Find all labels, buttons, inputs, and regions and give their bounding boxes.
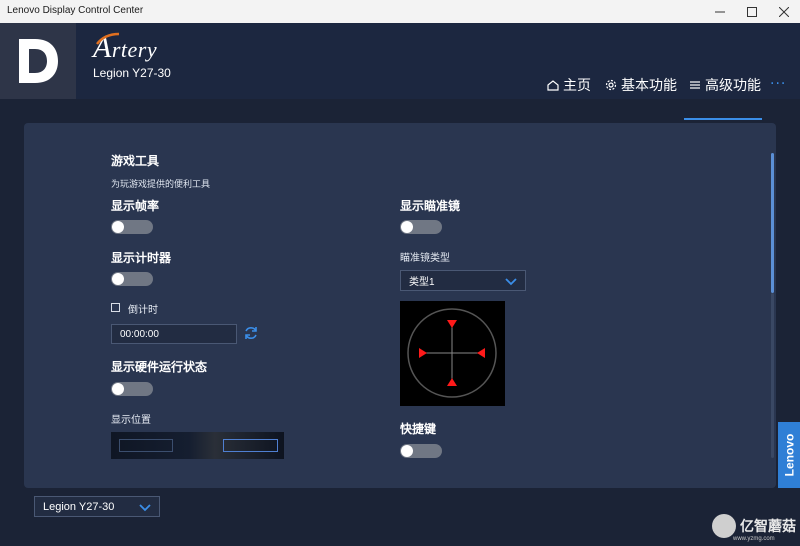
- window-titlebar: Lenovo Display Control Center: [0, 0, 800, 23]
- window-title: Lenovo Display Control Center: [7, 5, 144, 16]
- position-left-slot[interactable]: [119, 439, 173, 452]
- timer-time-input[interactable]: 00:00:00: [111, 324, 237, 344]
- nav-basic[interactable]: 基本功能: [604, 74, 677, 96]
- watermark: 亿智蘑菇: [712, 514, 796, 538]
- nav-active-indicator: [684, 118, 762, 120]
- crosshair-type-select[interactable]: 类型1: [400, 270, 526, 291]
- countdown-label: 倒计时: [128, 305, 158, 316]
- show-hardware-toggle[interactable]: [111, 382, 153, 396]
- section-title: 游戏工具: [111, 154, 160, 168]
- crosshair-type-value: 类型1: [409, 277, 435, 288]
- crosshair-type-label: 瞄准镜类型: [400, 253, 450, 264]
- gear-icon: [605, 79, 617, 91]
- show-timer-toggle[interactable]: [111, 272, 153, 286]
- show-crosshair-label: 显示瞄准镜: [400, 199, 461, 213]
- sliders-icon: [690, 81, 700, 89]
- show-crosshair-toggle[interactable]: [400, 220, 442, 234]
- show-timer-label: 显示计时器: [111, 251, 172, 265]
- chevron-down-icon: [505, 278, 517, 286]
- monitor-model-select-value: Legion Y27-30: [43, 500, 115, 513]
- lenovo-side-tab-label: Lenovo: [782, 433, 797, 477]
- display-position-selector: [111, 432, 284, 459]
- chevron-down-icon: [139, 504, 151, 512]
- lenovo-side-tab[interactable]: Lenovo: [778, 422, 800, 488]
- watermark-text: 亿智蘑菇: [740, 519, 796, 535]
- nav-home[interactable]: 主页: [546, 74, 591, 96]
- refresh-icon[interactable]: [243, 325, 259, 341]
- monitor-model-label: Legion Y27-30: [93, 66, 171, 80]
- minimize-icon: [715, 11, 725, 12]
- hotkey-label: 快捷键: [400, 422, 437, 436]
- monitor-model-select[interactable]: Legion Y27-30: [34, 496, 160, 517]
- nav-home-label: 主页: [563, 78, 591, 94]
- section-subtitle: 为玩游戏提供的便利工具: [111, 180, 211, 190]
- display-position-label: 显示位置: [111, 415, 151, 426]
- panel-scrollbar-thumb[interactable]: [771, 153, 774, 293]
- more-menu-button[interactable]: ···: [770, 76, 786, 92]
- maximize-icon: [747, 6, 757, 17]
- home-icon: [547, 80, 559, 91]
- nav-advanced[interactable]: 高级功能: [688, 74, 761, 96]
- show-fps-label: 显示帧率: [111, 199, 160, 213]
- show-hardware-label: 显示硬件运行状态: [111, 360, 208, 374]
- crosshair-icon: [407, 308, 497, 398]
- panel-scrollbar-track[interactable]: [771, 293, 774, 458]
- watermark-url: www.yzmg.com: [733, 536, 775, 542]
- brand-swoosh-icon: [96, 32, 120, 45]
- app-header: Artery Legion Y27-30 主页 基本功能 高级功能 ···: [0, 23, 800, 120]
- nav-advanced-label: 高级功能: [705, 78, 761, 94]
- countdown-checkbox[interactable]: [111, 303, 120, 312]
- crosshair-preview: [400, 301, 505, 406]
- watermark-logo-icon: [712, 514, 736, 538]
- close-icon: [779, 6, 789, 17]
- timer-time-value: 00:00:00: [120, 328, 159, 340]
- d-logo-icon: [19, 39, 58, 83]
- hotkey-toggle[interactable]: [400, 444, 442, 458]
- position-right-slot[interactable]: [223, 439, 278, 452]
- app-logo: [0, 23, 76, 99]
- show-fps-toggle[interactable]: [111, 220, 153, 234]
- close-button[interactable]: [764, 0, 800, 23]
- nav-basic-label: 基本功能: [621, 78, 677, 94]
